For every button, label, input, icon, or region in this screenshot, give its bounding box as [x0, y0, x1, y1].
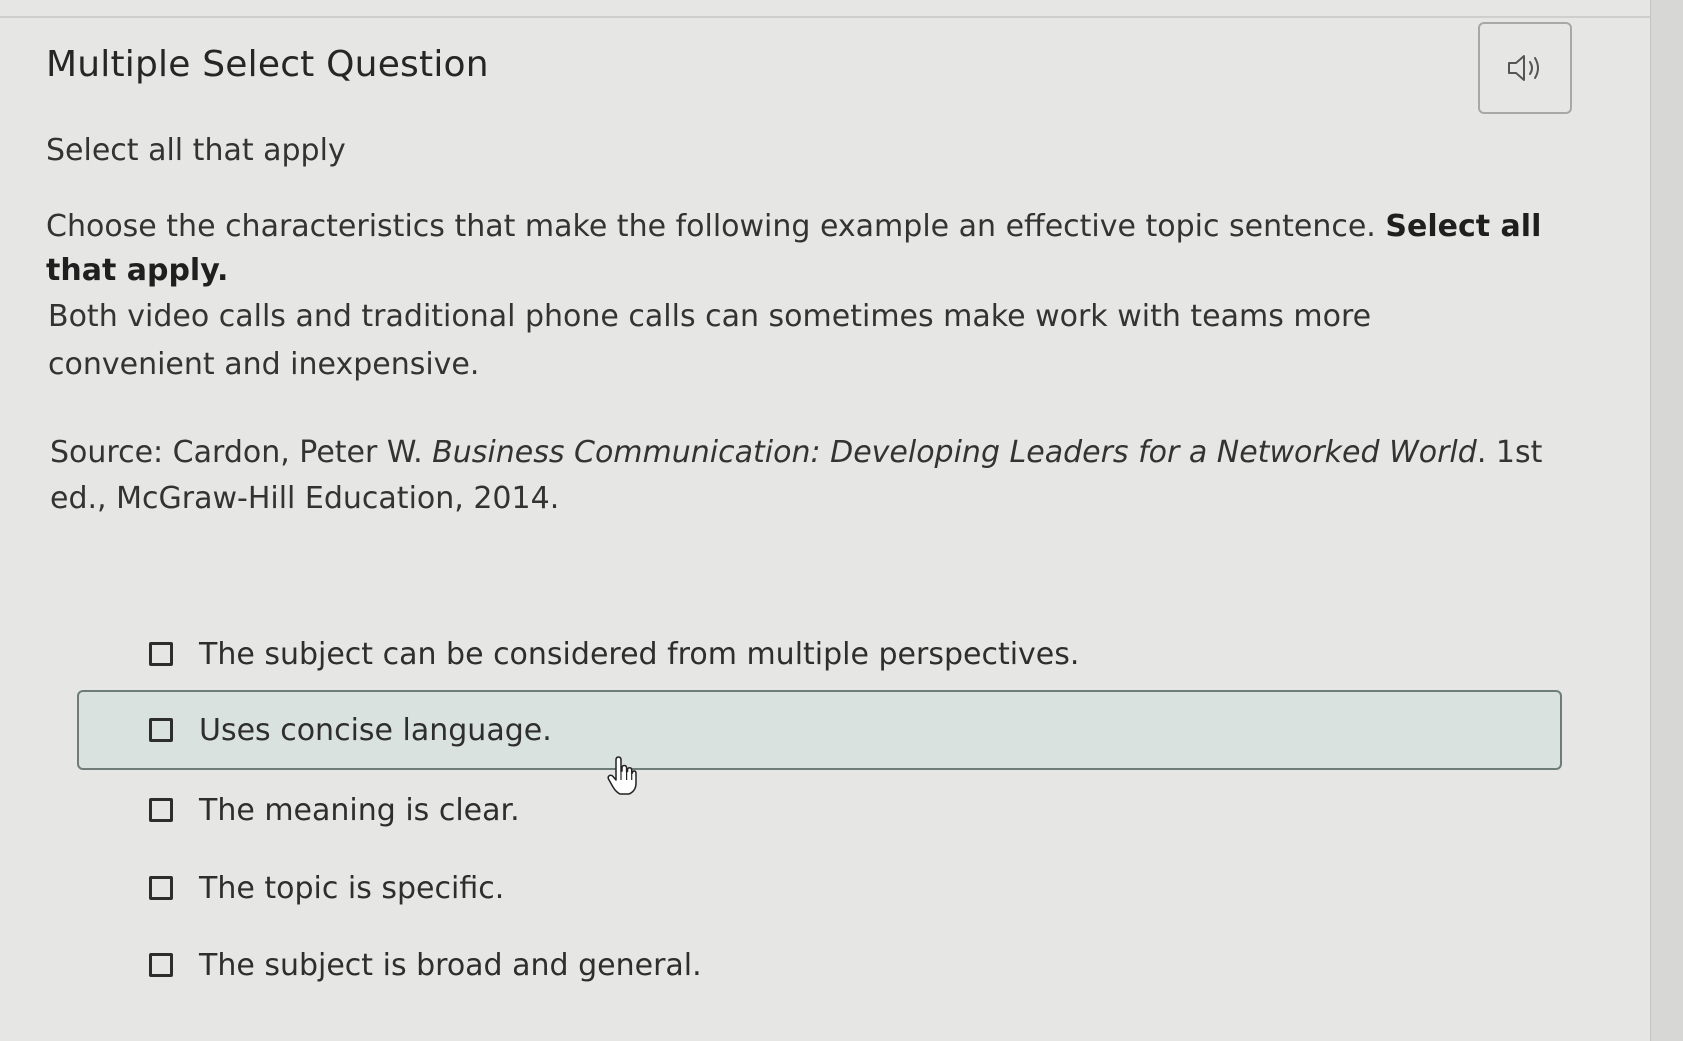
source-book-title: Business Communication: Developing Leade…	[432, 435, 1477, 470]
checkbox[interactable]	[149, 798, 173, 822]
checkbox[interactable]	[149, 718, 173, 742]
option-label: The topic is specific.	[199, 870, 505, 906]
option-label: The meaning is clear.	[199, 792, 520, 828]
speaker-icon	[1508, 55, 1539, 81]
answer-option[interactable]: The subject can be considered from multi…	[77, 614, 1562, 694]
prompt-text: Choose the characteristics that make the…	[46, 209, 1386, 244]
answer-option[interactable]: The subject is broad and general.	[77, 925, 1562, 1005]
instruction-text: Select all that apply	[46, 133, 346, 168]
option-label: The subject is broad and general.	[199, 947, 702, 983]
option-label: The subject can be considered from multi…	[199, 636, 1080, 672]
source-prefix: Source: Cardon, Peter W.	[50, 435, 433, 470]
question-panel: Multiple Select Question Select all that…	[0, 0, 1650, 1041]
answer-option[interactable]: Uses concise language.	[77, 690, 1562, 770]
question-title: Multiple Select Question	[46, 44, 489, 85]
checkbox[interactable]	[149, 876, 173, 900]
source-citation: Source: Cardon, Peter W. Business Commun…	[50, 430, 1590, 522]
question-prompt: Choose the characteristics that make the…	[46, 205, 1586, 293]
option-label: Uses concise language.	[199, 712, 552, 748]
answer-option[interactable]: The topic is specific.	[77, 848, 1562, 928]
checkbox[interactable]	[149, 953, 173, 977]
answer-option[interactable]: The meaning is clear.	[77, 770, 1562, 850]
checkbox[interactable]	[149, 642, 173, 666]
audio-button[interactable]	[1478, 22, 1572, 114]
window-edge	[1650, 0, 1683, 1041]
hand-cursor-icon	[607, 756, 637, 795]
example-sentence: Both video calls and traditional phone c…	[48, 299, 1372, 382]
